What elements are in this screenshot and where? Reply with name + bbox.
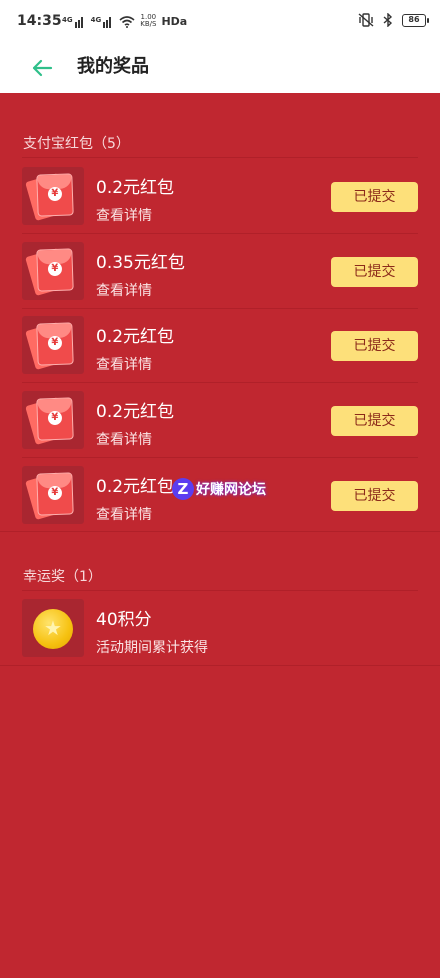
red-envelope-icon: ¥ <box>22 316 84 374</box>
prize-name: 0.2元红包 <box>96 477 175 497</box>
section-divider <box>0 531 440 532</box>
lucky-section-title: 幸运奖（1） <box>23 569 102 585</box>
section-divider <box>0 665 440 666</box>
submitted-button[interactable]: 已提交 <box>331 481 418 511</box>
red-envelope-icon: ¥ <box>22 391 84 449</box>
prize-name: 0.2元红包 <box>96 178 175 198</box>
view-details-link[interactable]: 查看详情 <box>96 429 152 449</box>
signal-tag: 4G <box>62 16 73 24</box>
status-bar: 14:35 4G 4G 1.00 KB/S HDa 86 <box>0 0 440 44</box>
app-header: 我的奖品 <box>0 44 440 93</box>
prize-item[interactable]: ★ 40积分 活动期间累计获得 <box>0 591 440 665</box>
alipay-section-title: 支付宝红包（5） <box>23 136 130 152</box>
signal-indicators: 4G 4G 1.00 KB/S HDa <box>62 14 187 28</box>
view-details-link[interactable]: 查看详情 <box>96 205 152 225</box>
prize-name: 0.2元红包 <box>96 402 175 422</box>
status-time: 14:35 <box>17 13 62 29</box>
bluetooth-icon <box>383 13 393 27</box>
watermark-logo: Z <box>172 478 194 500</box>
red-envelope-icon: ¥ <box>22 242 84 300</box>
divider <box>22 157 418 158</box>
view-details-link[interactable]: 查看详情 <box>96 280 152 300</box>
watermark-text: 好赚网论坛 <box>196 482 266 498</box>
prize-name: 0.2元红包 <box>96 327 175 347</box>
submitted-button[interactable]: 已提交 <box>331 406 418 436</box>
watermark: Z 好赚网论坛 <box>172 478 266 500</box>
view-details-link[interactable]: 查看详情 <box>96 354 152 374</box>
submitted-button[interactable]: 已提交 <box>331 257 418 287</box>
page-title: 我的奖品 <box>77 56 149 77</box>
signal-icon-2: 4G <box>91 17 115 28</box>
hd-indicator: HDa <box>161 15 188 28</box>
submitted-button[interactable]: 已提交 <box>331 331 418 361</box>
prize-name: 0.35元红包 <box>96 253 185 273</box>
prize-name: 40积分 <box>96 610 152 630</box>
battery-icon: 86 <box>402 13 429 27</box>
prize-item[interactable]: ¥ 0.2元红包 查看详情 已提交 <box>0 383 440 457</box>
signal-tag-2: 4G <box>90 16 102 24</box>
red-envelope-icon: ¥ <box>22 167 84 225</box>
status-right: 86 <box>358 13 429 27</box>
submitted-button[interactable]: 已提交 <box>331 182 418 212</box>
prize-item[interactable]: ¥ 0.35元红包 查看详情 已提交 <box>0 234 440 308</box>
view-details-link[interactable]: 查看详情 <box>96 504 152 524</box>
prize-item[interactable]: ¥ 0.2元红包 查看详情 已提交 <box>0 159 440 233</box>
vibrate-icon <box>358 13 374 27</box>
coin-icon: ★ <box>22 599 84 657</box>
signal-icon: 4G <box>62 17 86 28</box>
back-arrow-icon[interactable] <box>28 54 56 82</box>
prize-description: 活动期间累计获得 <box>96 640 208 656</box>
prize-item[interactable]: ¥ 0.2元红包 查看详情 已提交 <box>0 308 440 382</box>
wifi-icon <box>119 16 135 28</box>
red-envelope-icon: ¥ <box>22 466 84 524</box>
network-speed: 1.00 KB/S <box>140 13 157 28</box>
